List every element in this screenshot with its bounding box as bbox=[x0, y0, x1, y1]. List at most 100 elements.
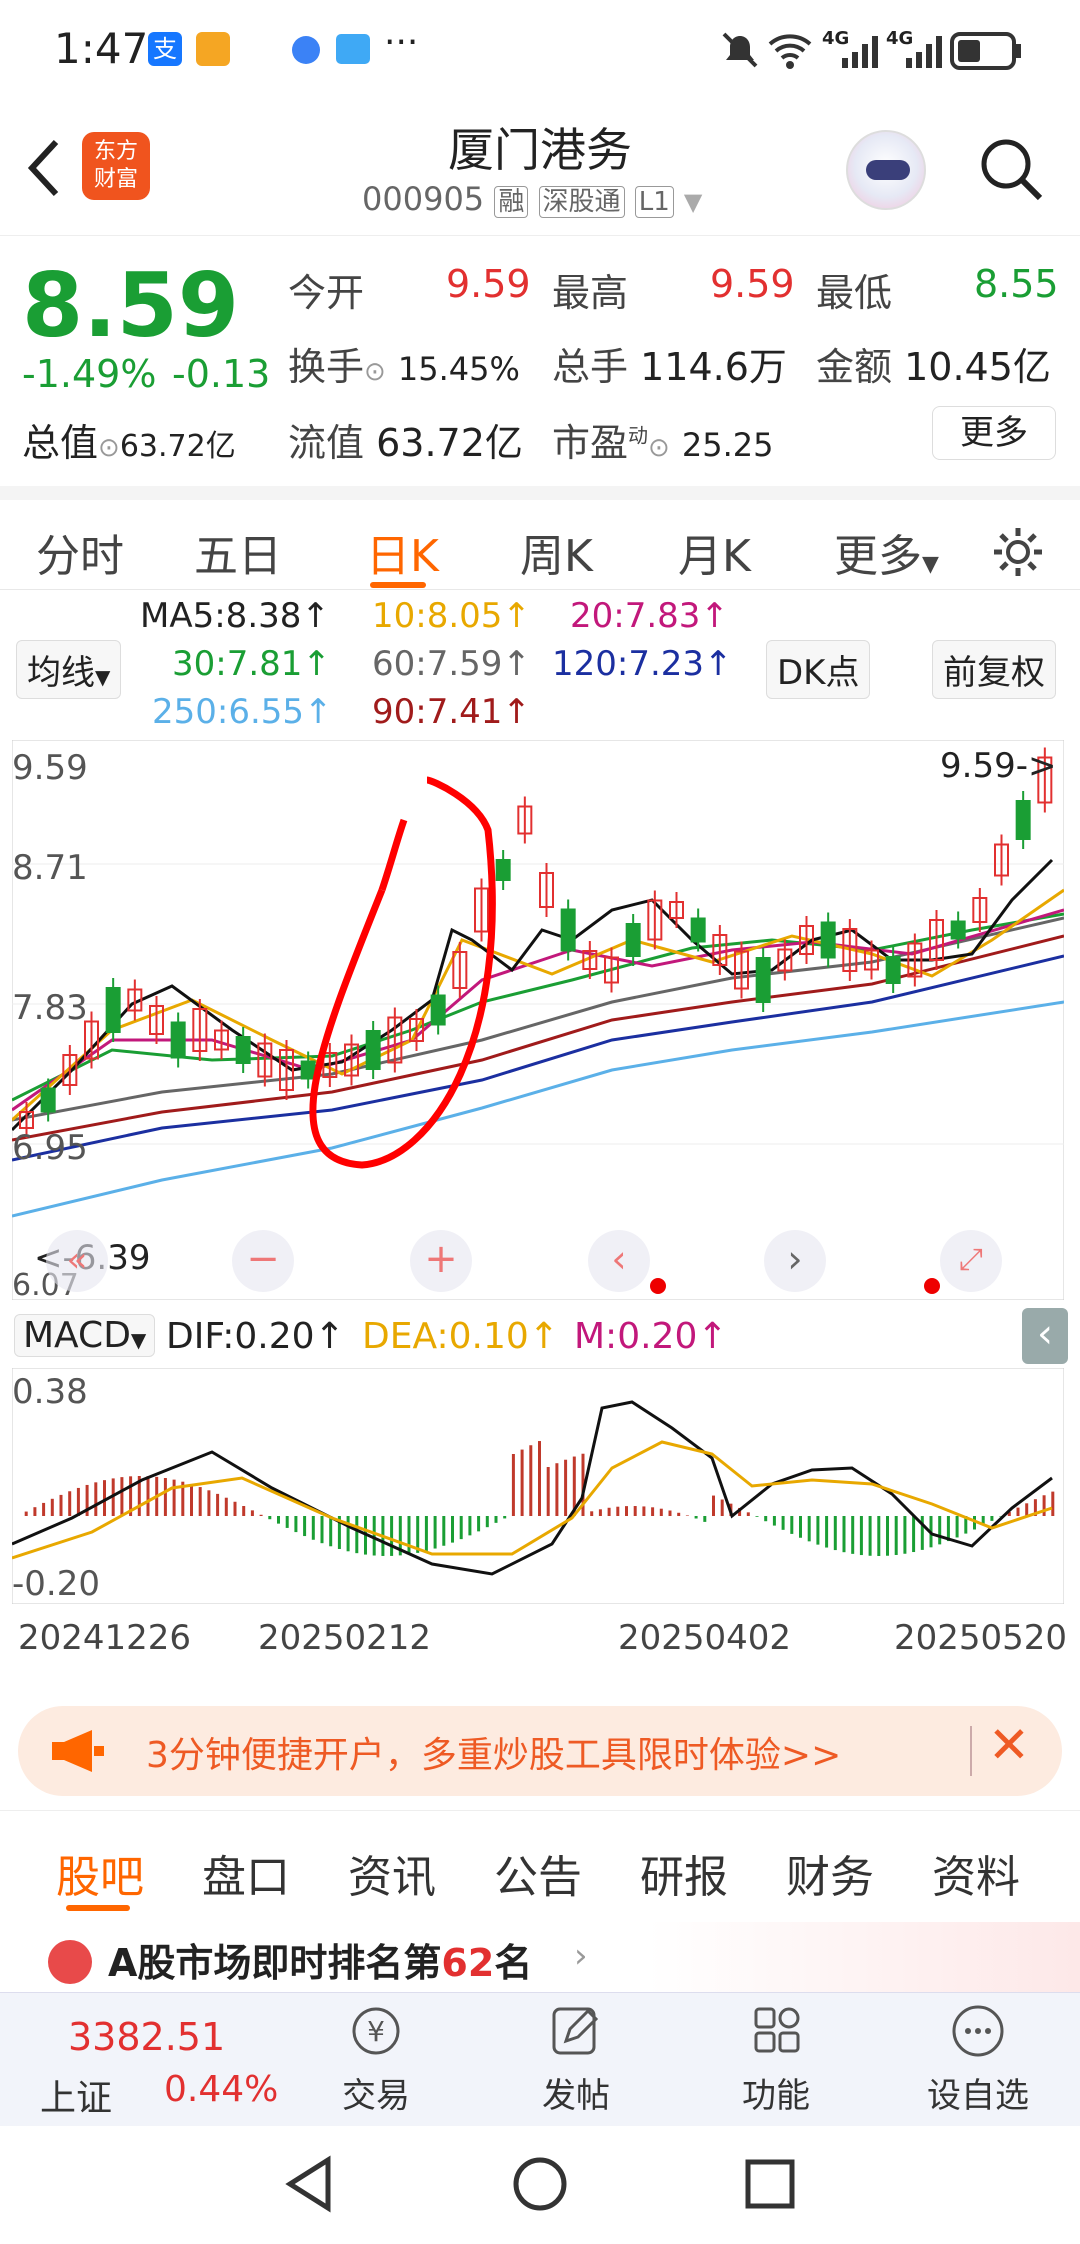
macd-bar bbox=[868, 1516, 872, 1556]
tab-forum[interactable]: 股吧 bbox=[56, 1841, 144, 1905]
robot-assistant-avatar[interactable] bbox=[846, 130, 926, 210]
ranking-text: A股市场即时排名第62名 bbox=[108, 1941, 533, 1985]
yen-exchange-icon: ¥ bbox=[352, 2007, 400, 2055]
zoom-out-icon[interactable]: − bbox=[232, 1230, 294, 1292]
tab-weekly-k[interactable]: 周K bbox=[520, 520, 593, 584]
candlestick bbox=[690, 917, 706, 943]
app-notification-icon bbox=[196, 32, 230, 66]
ma60-label: 60:7.59↑ bbox=[372, 644, 531, 684]
tab-more[interactable]: 更多▼ bbox=[834, 520, 939, 584]
indicator-selector[interactable]: MACD▼ bbox=[14, 1314, 156, 1357]
signal-icon-2 bbox=[906, 36, 942, 68]
tab-profile[interactable]: 资料 bbox=[932, 1841, 1020, 1905]
macd-bar bbox=[320, 1516, 324, 1544]
macd-bar bbox=[442, 1516, 446, 1546]
candlestick bbox=[885, 956, 901, 984]
macd-bar bbox=[76, 1487, 80, 1516]
more-button[interactable]: 更多 bbox=[932, 406, 1056, 460]
tab-news[interactable]: 资讯 bbox=[348, 1841, 436, 1905]
stock-name: 厦门港务 bbox=[448, 123, 632, 177]
svg-text:¥: ¥ bbox=[367, 2015, 385, 2048]
tab-orderbook[interactable]: 盘口 bbox=[202, 1841, 290, 1905]
tab-five-day[interactable]: 五日 bbox=[194, 520, 282, 584]
macd-bar bbox=[607, 1507, 611, 1516]
ranking-strip[interactable]: A股市场即时排名第62名 › bbox=[0, 1922, 1080, 1992]
macd-bar bbox=[33, 1507, 37, 1516]
scroll-right-icon[interactable]: › bbox=[764, 1230, 826, 1292]
info-icon[interactable]: ⊙ bbox=[98, 433, 120, 463]
ma30-label: 30:7.81↑ bbox=[172, 644, 331, 684]
macd-bar bbox=[955, 1516, 959, 1538]
tab-finance[interactable]: 财务 bbox=[786, 1841, 874, 1905]
macd-bar bbox=[825, 1516, 829, 1548]
stock-code: 000905 bbox=[362, 180, 485, 218]
scroll-left-icon[interactable]: ‹ bbox=[588, 1230, 650, 1292]
y-axis-label-4: 6.95 bbox=[12, 1128, 88, 1168]
candlestick bbox=[365, 1030, 381, 1070]
date-axis: 20241226 20250212 20250402 20250520 bbox=[0, 1604, 1080, 1674]
ma-selector[interactable]: 均线▼ bbox=[16, 640, 122, 699]
fullscreen-icon[interactable]: ⤢ bbox=[940, 1230, 1002, 1292]
ma90-label: 90:7.41↑ bbox=[372, 692, 531, 732]
chevron-down-icon[interactable]: ▼ bbox=[684, 188, 702, 216]
zoom-in-icon[interactable]: + bbox=[410, 1230, 472, 1292]
high-label: 最高 bbox=[552, 271, 629, 315]
macd-bar bbox=[799, 1516, 802, 1538]
system-home-icon[interactable] bbox=[510, 2154, 570, 2214]
browser-icon bbox=[292, 36, 320, 64]
macd-bar bbox=[685, 1515, 689, 1516]
turnover: 换手⊙ 15.45% bbox=[288, 345, 520, 389]
system-recents-icon[interactable] bbox=[742, 2156, 798, 2212]
tab-research[interactable]: 研报 bbox=[640, 1841, 728, 1905]
settings-gear-icon[interactable] bbox=[990, 524, 1046, 580]
quote-panel: 8.59 -1.49% -0.13 总值⊙63.72亿 今开 9.59 最高 9… bbox=[0, 236, 1080, 486]
level-tag: L1 bbox=[634, 186, 674, 218]
period-tabs: 分时 五日 日K 周K 月K 更多▼ bbox=[0, 486, 1080, 590]
margin-tag: 融 bbox=[494, 186, 529, 218]
tab-daily-k[interactable]: 日K bbox=[366, 520, 439, 584]
tab-announcements[interactable]: 公告 bbox=[494, 1841, 582, 1905]
macd-bar bbox=[616, 1506, 620, 1516]
nav-add-watchlist[interactable]: 设自选 bbox=[918, 2003, 1038, 2117]
macd-bar bbox=[120, 1477, 124, 1516]
tab-intraday[interactable]: 分时 bbox=[36, 520, 124, 584]
nav-post[interactable]: 发帖 bbox=[516, 2003, 636, 2117]
tab-monthly-k[interactable]: 月K bbox=[678, 520, 751, 584]
macd-bar bbox=[424, 1516, 428, 1551]
macd-bar bbox=[198, 1487, 202, 1516]
back-icon[interactable] bbox=[24, 138, 64, 198]
macd-bar bbox=[816, 1516, 820, 1545]
nav-trade[interactable]: ¥ 交易 bbox=[316, 2003, 436, 2117]
connect-tag: 深股通 bbox=[538, 186, 625, 218]
dif-label: DIF:0.20↑ bbox=[166, 1316, 345, 1357]
dk-point-button[interactable]: DK点 bbox=[766, 640, 871, 699]
signal-icon bbox=[842, 36, 878, 68]
info-icon[interactable]: ⊙ bbox=[364, 357, 386, 387]
nav-features[interactable]: 功能 bbox=[716, 2003, 836, 2117]
search-icon[interactable] bbox=[976, 134, 1046, 204]
kline-chart[interactable]: 9.59 8.71 7.83 6.95 6.07 9.59-> <-6.39 «… bbox=[12, 740, 1064, 1303]
collapse-panel-icon[interactable]: ‹ bbox=[1022, 1308, 1068, 1364]
adjust-price-button[interactable]: 前复权 bbox=[932, 640, 1056, 699]
candlestick bbox=[40, 1087, 56, 1113]
macd-bar bbox=[451, 1516, 454, 1543]
macd-bar bbox=[520, 1449, 524, 1516]
system-back-icon[interactable] bbox=[282, 2154, 338, 2214]
grid-apps-icon bbox=[754, 2007, 800, 2053]
promo-banner[interactable]: 3分钟便捷开户，多重炒股工具限时体验>> ✕ bbox=[18, 1706, 1062, 1796]
macd-bar bbox=[355, 1516, 359, 1554]
macd-bar bbox=[859, 1516, 863, 1556]
macd-bar bbox=[1042, 1495, 1046, 1516]
rewind-icon[interactable]: « bbox=[46, 1230, 108, 1292]
info-icon[interactable]: ⊙ bbox=[648, 433, 670, 463]
index-value[interactable]: 3382.51 bbox=[68, 2015, 225, 2059]
macd-bar bbox=[163, 1478, 167, 1516]
macd-chart[interactable]: 0.38 -0.20 bbox=[12, 1368, 1064, 1604]
m-label: M:0.20↑ bbox=[574, 1316, 728, 1357]
candlestick bbox=[950, 920, 966, 940]
close-icon[interactable]: ✕ bbox=[988, 1716, 1030, 1774]
app-logo[interactable]: 东方 财富 bbox=[82, 132, 150, 200]
macd-bar bbox=[790, 1516, 794, 1534]
macd-bar bbox=[346, 1516, 350, 1552]
macd-bar bbox=[172, 1479, 176, 1516]
